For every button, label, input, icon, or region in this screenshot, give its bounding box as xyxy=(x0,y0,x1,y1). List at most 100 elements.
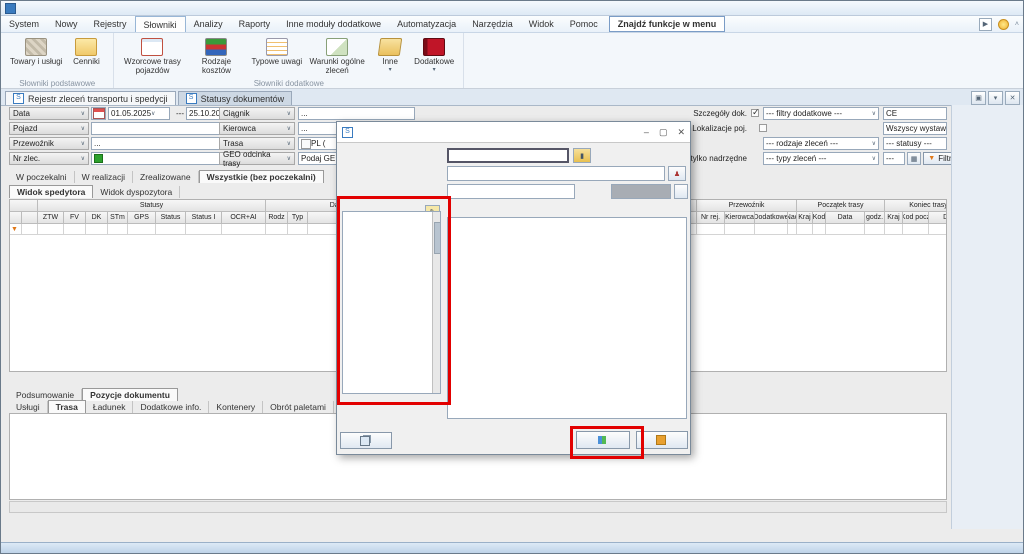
filter-cell[interactable] xyxy=(186,224,222,235)
menu-item-rejestry[interactable]: Rejestry xyxy=(86,16,135,32)
exit-button[interactable] xyxy=(636,431,688,449)
tab-pozycje-dokumentu[interactable]: Pozycje dokumentu xyxy=(82,388,178,401)
column-header-kod1[interactable]: Kod xyxy=(813,212,826,224)
filter-cell[interactable] xyxy=(22,224,38,235)
filter-value-mid-0[interactable]: ... xyxy=(298,107,415,120)
subtab-obr-t-paletami[interactable]: Obrót paletami xyxy=(263,401,334,413)
subtab-trasa[interactable]: Trasa xyxy=(48,400,86,413)
column-header-ztw[interactable]: ZTW xyxy=(38,212,64,224)
driver-person-icon[interactable]: ♟ xyxy=(668,166,686,181)
tab-zrealizowane[interactable]: Zrealizowane xyxy=(133,171,199,183)
column-header-status[interactable]: Status xyxy=(156,212,186,224)
filter-cell[interactable] xyxy=(64,224,86,235)
filter-value-right-3[interactable]: --- xyxy=(883,152,905,165)
subtab-us-ugi[interactable]: Usługi xyxy=(9,401,48,413)
menu-item-automatyzacja[interactable]: Automatyzacja xyxy=(389,16,464,32)
menu-item-system[interactable]: System xyxy=(1,16,47,32)
column-header-nrrej[interactable]: Nr rej. xyxy=(697,212,725,224)
filter-cell[interactable] xyxy=(929,224,947,235)
doc-number-field[interactable] xyxy=(611,184,671,199)
filter-cell[interactable] xyxy=(725,224,755,235)
column-header-stm[interactable]: STm xyxy=(108,212,128,224)
layout-icon[interactable]: ▦ xyxy=(907,152,921,165)
tab-list-icon[interactable]: ▣ xyxy=(971,91,986,105)
column-header-dk[interactable]: DK xyxy=(86,212,108,224)
filter-checkbox-0[interactable] xyxy=(751,109,759,117)
filter-checkbox-1[interactable] xyxy=(759,124,767,132)
column-header-status2[interactable]: Status I xyxy=(186,212,222,224)
dialog-maximize-icon[interactable]: ▢ xyxy=(659,127,668,138)
dialog-title-bar[interactable]: S – ▢ ✕ xyxy=(337,122,690,143)
subtab-dodatkowe-info-[interactable]: Dodatkowe info. xyxy=(133,401,209,413)
column-header-data2[interactable]: Data xyxy=(929,212,947,224)
filter-label-mid-2[interactable]: Trasa∨ xyxy=(219,137,295,150)
filter-value-right-1[interactable]: Wszyscy wystawiający dok. xyxy=(883,122,947,135)
filter-label-0[interactable]: Data∨ xyxy=(9,107,89,120)
filter-dd-2[interactable]: --- rodzaje zleceń ---∨ xyxy=(763,137,879,150)
filter-cell[interactable] xyxy=(266,224,288,235)
column-header-data1[interactable]: Data xyxy=(826,212,865,224)
filter-cell[interactable] xyxy=(788,224,797,235)
menu-item-znajd-funkcje-w-menu[interactable]: Znajdź funkcje w menu xyxy=(609,16,726,32)
filter-label-mid-3[interactable]: GEO odcinka trasy∨ xyxy=(219,152,295,165)
tab-widok-dyspozytora[interactable]: Widok dyspozytora xyxy=(93,186,180,198)
dialog-minimize-icon[interactable]: – xyxy=(644,127,649,138)
ribbon-button-inne[interactable]: Inne▾ xyxy=(369,35,411,74)
ribbon-button-wzorcowe-trasy-pojazd-w[interactable]: Wzorcowe trasy pojazdów xyxy=(120,35,184,77)
filter-cell[interactable] xyxy=(38,224,64,235)
menu-item-widok[interactable]: Widok xyxy=(521,16,562,32)
column-header-rodz[interactable]: Rodz xyxy=(266,212,288,224)
filter-label-mid-1[interactable]: Kierowca∨ xyxy=(219,122,295,135)
column-header-godz1[interactable]: godz. xyxy=(865,212,885,224)
column-header-sel[interactable] xyxy=(22,212,38,224)
filter-cell[interactable] xyxy=(813,224,826,235)
filter-cell[interactable] xyxy=(885,224,903,235)
column-header-kodp[interactable]: Kod pocz xyxy=(903,212,929,224)
doc-browse-button[interactable] xyxy=(674,184,688,199)
calendar-icon[interactable] xyxy=(91,107,106,120)
doc-tab[interactable]: SRejestr zleceń transportu i spedycji xyxy=(5,91,176,105)
filter-cell[interactable] xyxy=(903,224,929,235)
filter-cell[interactable] xyxy=(865,224,885,235)
filter-label-3[interactable]: Nr zlec.∨ xyxy=(9,152,89,165)
route-checkbox[interactable] xyxy=(301,139,311,149)
filter-cell[interactable] xyxy=(86,224,108,235)
filter-cell[interactable] xyxy=(288,224,308,235)
ribbon-button-rodzaje-koszt-w[interactable]: Rodzaje kosztów xyxy=(184,35,248,77)
menu-item-analizy[interactable]: Analizy xyxy=(186,16,231,32)
tab-wszystkie-bez-poczekalni-[interactable]: Wszystkie (bez poczekalni) xyxy=(199,170,324,183)
checklist-scrollbar[interactable] xyxy=(432,212,440,393)
tab-close-icon[interactable]: ✕ xyxy=(1005,91,1020,105)
filter-cell[interactable] xyxy=(797,224,813,235)
column-header-typ[interactable]: Typ xyxy=(288,212,308,224)
subtab--adunek[interactable]: Ładunek xyxy=(86,401,134,413)
send-button[interactable] xyxy=(576,431,630,449)
tab-menu-icon[interactable]: ▾ xyxy=(988,91,1003,105)
column-header-dod[interactable]: Dodatkowe xyxy=(755,212,788,224)
copy-button[interactable] xyxy=(340,432,392,449)
filter-cell[interactable] xyxy=(826,224,865,235)
menu-item-inne-modu-y-dodatkowe[interactable]: Inne moduły dodatkowe xyxy=(278,16,389,32)
filter-dd-3[interactable]: --- typy zleceń ---∨ xyxy=(763,152,879,165)
filter-value-right-0[interactable]: CE xyxy=(883,107,947,120)
filter-cell[interactable] xyxy=(697,224,725,235)
ribbon-button-typowe-uwagi[interactable]: Typowe uwagi xyxy=(248,35,305,68)
column-header-kraj2[interactable]: Kraj xyxy=(885,212,903,224)
tab-w-realizacji[interactable]: W realizacji xyxy=(75,171,133,183)
vehicle-field[interactable] xyxy=(447,148,569,163)
column-header-marker[interactable] xyxy=(10,212,22,224)
filter-label-mid-0[interactable]: Ciągnik∨ xyxy=(219,107,295,120)
collapse-ribbon-icon[interactable]: ˄ xyxy=(1015,21,1019,28)
ribbon-button-towary-i-us-ugi[interactable]: Towary i usługi xyxy=(7,35,65,68)
column-header-nac[interactable]: Nac xyxy=(788,212,797,224)
filter-cell[interactable] xyxy=(108,224,128,235)
menu-item-raporty[interactable]: Raporty xyxy=(231,16,279,32)
column-header-gps[interactable]: GPS xyxy=(128,212,156,224)
ribbon-button-dodatkowe[interactable]: Dodatkowe▾ xyxy=(411,35,457,74)
run-icon[interactable]: ▶ xyxy=(979,18,992,31)
filter-cell[interactable] xyxy=(156,224,186,235)
menu-item-nowy[interactable]: Nowy xyxy=(47,16,86,32)
column-header-kraj1[interactable]: Kraj xyxy=(797,212,813,224)
menu-item-pomoc[interactable]: Pomoc xyxy=(562,16,606,32)
driver-field[interactable] xyxy=(447,166,665,181)
